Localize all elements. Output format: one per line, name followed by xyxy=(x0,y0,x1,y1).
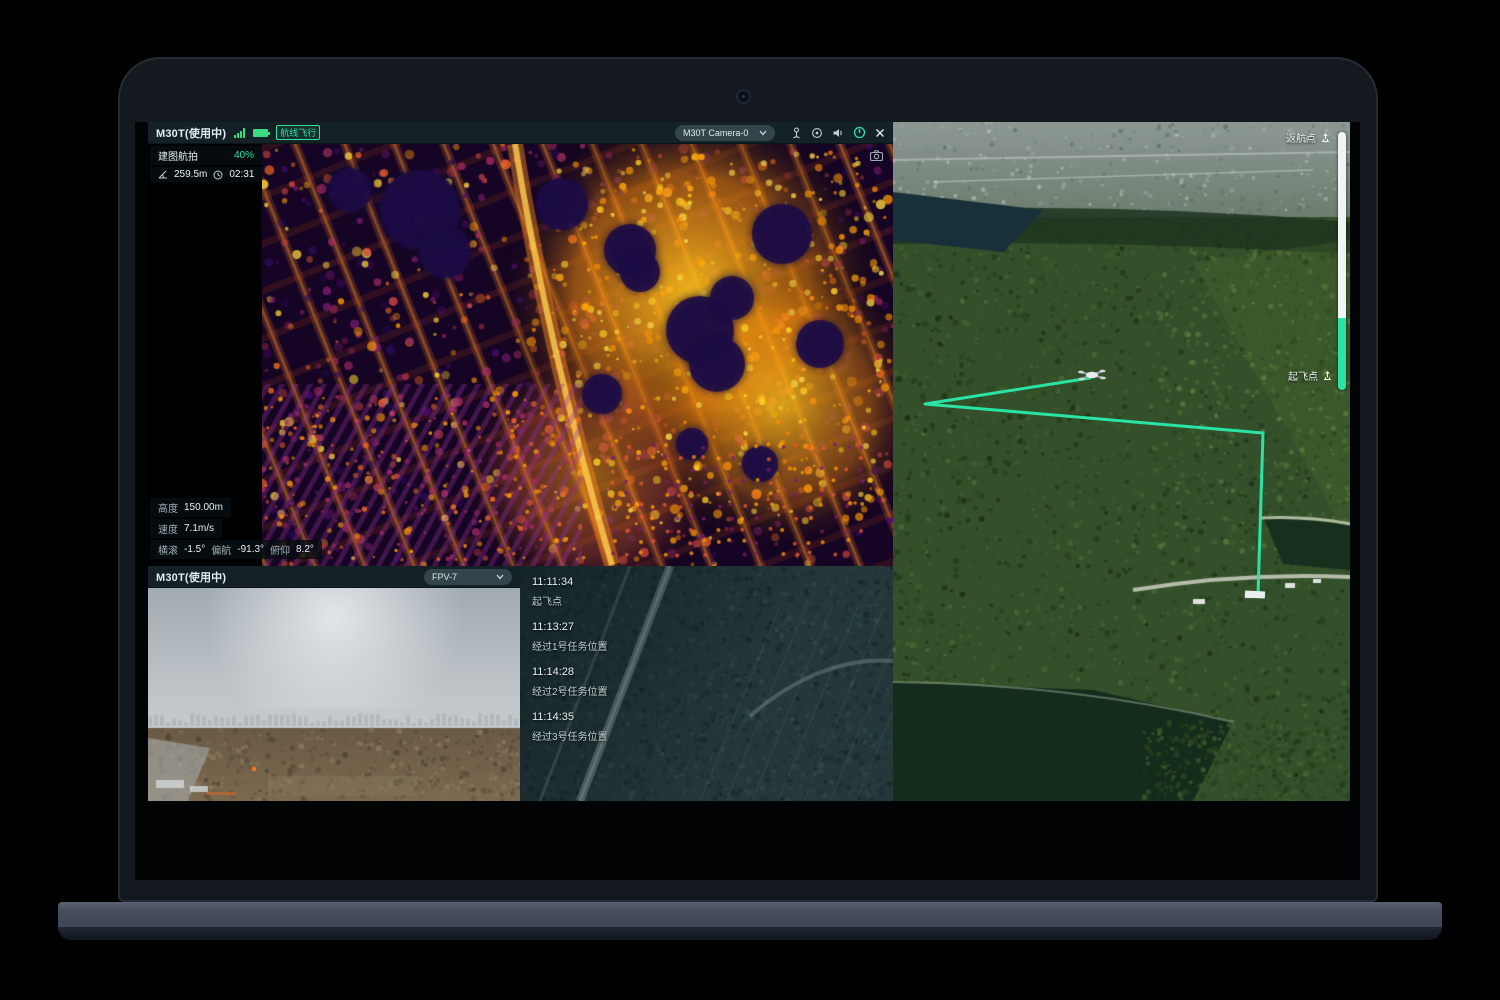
angle-icon xyxy=(158,170,168,179)
pitch-label: 俯仰 xyxy=(270,542,290,557)
altitude-slider[interactable] xyxy=(1338,132,1346,390)
camera-select[interactable]: M30T Camera-0 xyxy=(675,125,775,141)
fpv-panel-title: M30T(使用中) xyxy=(156,569,226,585)
timeline-time: 11:11:34 xyxy=(532,576,608,588)
fpv-camera-select[interactable]: FPV-7 xyxy=(424,569,512,585)
takeoff-point-label: 起飞点 xyxy=(1288,368,1333,383)
pitch-value: 8.2° xyxy=(296,544,314,555)
chevron-down-icon xyxy=(759,130,767,136)
fpv-camera-select-value: FPV-7 xyxy=(432,572,457,582)
yaw-value: -91.3° xyxy=(237,544,264,555)
timeline-event: 经过2号任务位置 xyxy=(532,683,608,698)
takeoff-point-icon xyxy=(1322,370,1333,381)
flight-mode-badge: 航线飞行 xyxy=(276,125,320,140)
timeline-time: 11:14:28 xyxy=(532,666,608,678)
mission-distance: 259.5m xyxy=(174,169,207,180)
mission-status-overlay: 建图航拍 40% 259.5m 02:31 xyxy=(150,146,262,184)
speed-value: 7.1m/s xyxy=(184,523,214,534)
chevron-down-icon xyxy=(496,574,504,580)
home-point-label: 返航点 xyxy=(1286,130,1331,145)
roll-label: 横滚 xyxy=(158,542,178,557)
thermal-panel-title: M30T(使用中) xyxy=(156,125,226,141)
battery-icon xyxy=(253,129,268,137)
home-point-icon xyxy=(1320,132,1331,143)
mission-elapsed: 02:31 xyxy=(229,169,254,180)
map-3d-panel: 返航点 起飞点 xyxy=(893,122,1350,801)
fpv-video-feed[interactable] xyxy=(148,588,520,801)
roll-value: -1.5° xyxy=(184,544,205,555)
mission-name: 建图航拍 xyxy=(158,148,198,163)
clock-icon xyxy=(213,170,223,180)
mission-progress: 40% xyxy=(234,150,254,161)
yaw-label: 偏航 xyxy=(211,542,231,557)
timeline-time: 11:13:27 xyxy=(532,621,608,633)
timeline-time: 11:14:35 xyxy=(532,711,608,723)
satellite-map-panel: 11:11:34 起飞点 11:13:27 经过1号任务位置 11:14:28 … xyxy=(520,566,893,801)
thermal-video-feed[interactable] xyxy=(262,144,893,566)
timeline-event: 起飞点 xyxy=(532,593,608,608)
altitude-value: 150.00m xyxy=(184,502,223,513)
fpv-panel-header: M30T(使用中) FPV-7 xyxy=(148,566,520,588)
speed-label: 速度 xyxy=(158,521,178,536)
power-icon[interactable] xyxy=(853,126,866,139)
timeline-event: 经过1号任务位置 xyxy=(532,638,608,653)
webcam xyxy=(736,89,751,104)
mission-timeline: 11:11:34 起飞点 11:13:27 经过1号任务位置 11:14:28 … xyxy=(532,572,608,756)
close-icon[interactable] xyxy=(875,128,885,138)
timeline-event: 经过3号任务位置 xyxy=(532,728,608,743)
screen: M30T(使用中) 航线飞行 M30T Camera-0 xyxy=(135,122,1360,880)
altitude-label: 高度 xyxy=(158,500,178,515)
gimbal-control-icon[interactable] xyxy=(791,127,802,139)
laptop-base-lip xyxy=(58,927,1442,940)
laptop-base xyxy=(58,902,1442,929)
thermal-camera-panel: M30T(使用中) 航线飞行 M30T Camera-0 xyxy=(148,122,893,566)
fpv-camera-panel: M30T(使用中) FPV-7 xyxy=(148,566,520,801)
telemetry-overlay: 高度 150.00m 速度 7.1m/s 横滚 -1.5° 偏航 -91.3° … xyxy=(150,498,322,561)
signal-strength-icon xyxy=(234,128,245,138)
thermal-panel-header: M30T(使用中) 航线飞行 M30T Camera-0 xyxy=(148,122,893,144)
capture-camera-icon[interactable] xyxy=(870,150,883,161)
speaker-icon[interactable] xyxy=(832,127,844,139)
camera-select-value: M30T Camera-0 xyxy=(683,128,748,138)
crosshair-icon[interactable] xyxy=(811,127,823,139)
drone-model xyxy=(1077,366,1107,386)
map-3d-view[interactable] xyxy=(893,122,1350,801)
